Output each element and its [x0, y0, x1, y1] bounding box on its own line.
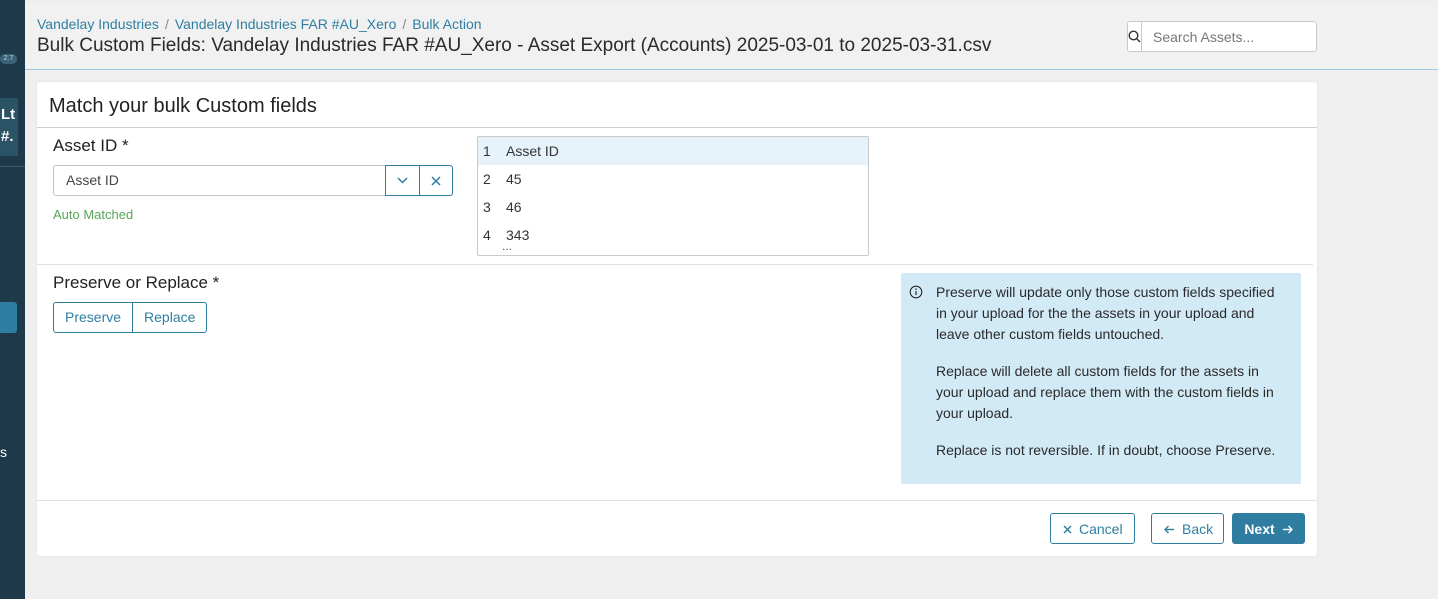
preview-row-value: 45 [506, 171, 522, 187]
arrow-left-icon [1164, 521, 1175, 537]
search-input[interactable] [1142, 22, 1334, 51]
info-preserve-text: Preserve will update only those custom f… [936, 284, 1275, 342]
close-icon [1063, 521, 1072, 537]
asset-id-label: Asset ID * [53, 136, 129, 155]
page-header: Vandelay Industries / Vandelay Industries … [25, 4, 1438, 70]
back-button[interactable]: Back [1151, 513, 1224, 544]
org-switcher[interactable]: Lt #. [0, 98, 18, 156]
preview-row-value: Asset ID [506, 143, 559, 159]
preserve-option[interactable]: Preserve [54, 303, 132, 332]
info-alert: Preserve will update only those custom f… [901, 273, 1301, 484]
preview-row: 2 45 [478, 165, 868, 193]
divider [37, 127, 1317, 128]
select-controls [385, 165, 453, 196]
sidebar-divider [0, 166, 25, 167]
sidebar: 2.7 Lt #. s [0, 0, 25, 599]
cancel-button-label: Cancel [1079, 520, 1123, 537]
bulk-fields-card: Match your bulk Custom fields Asset ID *… [37, 82, 1317, 556]
preview-row: 3 46 [478, 193, 868, 221]
breadcrumb-separator: / [402, 16, 407, 32]
divider [37, 500, 1317, 501]
asset-id-selected-value[interactable]: Asset ID [54, 166, 385, 195]
org-name-line2: #. [1, 128, 14, 145]
next-button-label: Next [1244, 520, 1275, 537]
version-badge: 2.7 [0, 54, 17, 64]
info-warning-text: Replace is not reversible. If in doubt, … [936, 442, 1276, 458]
match-status: Auto Matched [53, 207, 134, 222]
preview-row: 4 343 [478, 221, 868, 249]
clear-icon[interactable] [419, 166, 452, 195]
back-button-label: Back [1182, 520, 1214, 537]
preserve-replace-label: Preserve or Replace * [53, 273, 220, 292]
divider [37, 264, 1313, 265]
cancel-button[interactable]: Cancel [1050, 513, 1135, 544]
next-button[interactable]: Next [1232, 513, 1305, 544]
asset-id-select[interactable]: Asset ID [53, 165, 453, 196]
arrow-right-icon [1282, 521, 1293, 537]
org-name-line1: Lt [1, 106, 16, 123]
info-replace-text: Replace will delete all custom fields fo… [936, 363, 1274, 421]
sidebar-item-label[interactable]: s [0, 444, 7, 460]
search-icon[interactable] [1128, 22, 1142, 51]
preview-more-indicator: ... [502, 239, 513, 253]
preview-row-value: 46 [506, 199, 522, 215]
chevron-down-icon[interactable] [386, 166, 419, 195]
preview-row: 1 Asset ID [478, 137, 868, 165]
page-title: Bulk Custom Fields: Vandelay Industries … [37, 35, 992, 56]
info-icon [909, 284, 923, 305]
breadcrumb: Vandelay Industries / Vandelay Industries … [37, 16, 482, 32]
search-box [1127, 21, 1334, 52]
breadcrumb-link-org[interactable]: Vandelay Industries [37, 16, 159, 32]
column-preview[interactable]: 1 Asset ID 2 45 3 46 4 343 ... [477, 136, 869, 256]
sidebar-active-item[interactable] [0, 302, 17, 333]
replace-option[interactable]: Replace [132, 303, 206, 332]
preview-row-number: 1 [483, 143, 491, 159]
card-title: Match your bulk Custom fields [49, 95, 317, 117]
breadcrumb-separator: / [164, 16, 169, 32]
preserve-replace-toggle: Preserve Replace [53, 302, 208, 333]
preview-row-number: 2 [483, 171, 491, 187]
breadcrumb-link-register[interactable]: Vandelay Industries FAR #AU_Xero [175, 16, 397, 32]
breadcrumb-link-bulk-action[interactable]: Bulk Action [412, 16, 481, 32]
preview-row-number: 3 [483, 199, 491, 215]
